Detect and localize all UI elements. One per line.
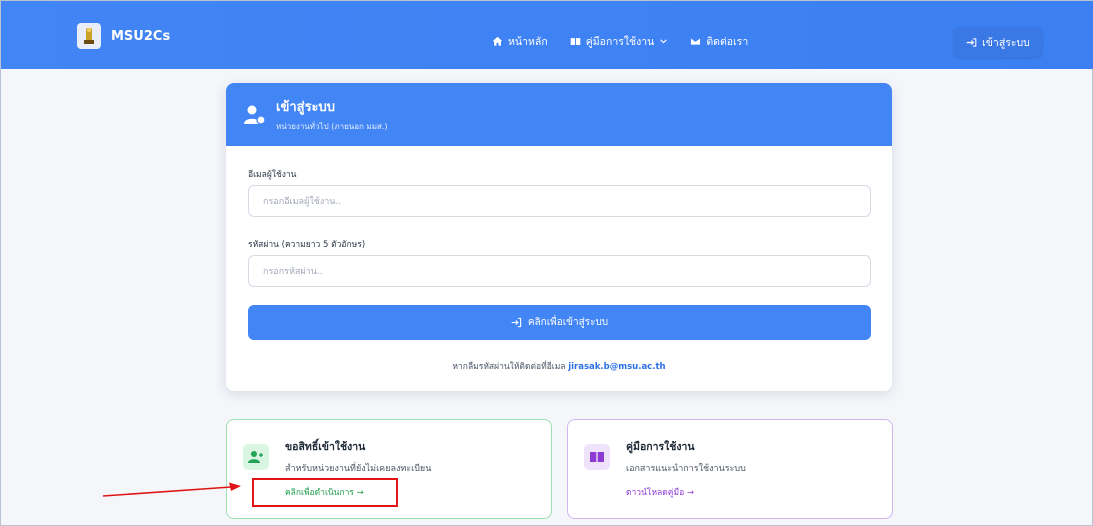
- user-plus-icon: [243, 444, 269, 470]
- forgot-text: หากลืมรหัสผ่านให้ติดต่อที่อีเมล: [452, 362, 566, 372]
- annotation-highlight-box: [252, 478, 398, 507]
- book-open-icon: [584, 444, 610, 470]
- login-submit-label: คลิกเพื่อเข้าสู่ระบบ: [527, 317, 609, 328]
- user-lock-icon: [244, 105, 266, 125]
- password-field[interactable]: กรอกรหัสผ่าน..: [248, 255, 871, 287]
- nav-home[interactable]: หน้าหลัก: [492, 33, 548, 50]
- nav-manual-label: คู่มือการใช้งาน: [585, 36, 655, 48]
- navbar: MSU2Cs หน้าหลัก คู่มือการใช้งาน ติดต่อเร…: [1, 1, 1093, 69]
- nav-manual[interactable]: คู่มือการใช้งาน: [570, 33, 669, 50]
- login-card: เข้าสู่ระบบ หน่วยงานทั่วไป (ภายนอก มมส.)…: [226, 83, 892, 391]
- annotation-arrow-icon: [102, 482, 241, 497]
- manual-title: คู่มือการใช้งาน: [626, 441, 695, 453]
- login-card-header: เข้าสู่ระบบ หน่วยงานทั่วไป (ภายนอก มมส.): [226, 83, 892, 146]
- sign-in-icon: [966, 37, 977, 47]
- nav-links: หน้าหลัก คู่มือการใช้งาน ติดต่อเรา: [492, 33, 748, 50]
- brand[interactable]: MSU2Cs: [77, 23, 170, 49]
- login-submit-button[interactable]: คลิกเพื่อเข้าสู่ระบบ: [248, 305, 871, 340]
- sign-in-icon: [511, 317, 522, 328]
- login-subtitle: หน่วยงานทั่วไป (ภายนอก มมส.): [276, 122, 388, 131]
- chevron-down-icon: [660, 39, 668, 44]
- university-logo-icon: [77, 23, 101, 49]
- nav-contact[interactable]: ติดต่อเรา: [690, 33, 748, 50]
- email-placeholder: กรอกอีเมลผู้ใช้งาน..: [263, 197, 342, 207]
- password-label: รหัสผ่าน (ความยาว 5 ตัวอักษร): [248, 240, 366, 250]
- request-access-title: ขอสิทธิ์เข้าใช้งาน: [285, 441, 366, 453]
- manual-card: คู่มือการใช้งาน เอกสารแนะนำการใช้งานระบบ…: [567, 419, 893, 519]
- email-label: อีเมลผู้ใช้งาน: [248, 170, 297, 180]
- book-icon: [570, 38, 581, 45]
- brand-name: MSU2Cs: [111, 28, 171, 44]
- password-placeholder: กรอกรหัสผ่าน..: [263, 267, 323, 277]
- manual-desc: เอกสารแนะนำการใช้งานระบบ: [626, 464, 746, 474]
- mail-icon: [690, 37, 701, 46]
- nav-contact-label: ติดต่อเรา: [706, 36, 749, 48]
- nav-home-label: หน้าหลัก: [508, 36, 548, 48]
- home-icon: [492, 36, 503, 46]
- login-title: เข้าสู่ระบบ: [276, 100, 336, 115]
- contact-email-link[interactable]: jirasak.b@msu.ac.th: [568, 362, 665, 372]
- nav-login-label: เข้าสู่ระบบ: [982, 36, 1030, 49]
- manual-download-link[interactable]: ดาวน์โหลดคู่มือ →: [626, 485, 694, 499]
- forgot-password-note: หากลืมรหัสผ่านให้ติดต่อที่อีเมล jirasak.…: [226, 359, 892, 373]
- request-access-desc: สำหรับหน่วยงานที่ยังไม่เคยลงทะเบียน: [285, 464, 432, 474]
- email-field[interactable]: กรอกอีเมลผู้ใช้งาน..: [248, 185, 871, 217]
- nav-login-button[interactable]: เข้าสู่ระบบ: [954, 27, 1042, 57]
